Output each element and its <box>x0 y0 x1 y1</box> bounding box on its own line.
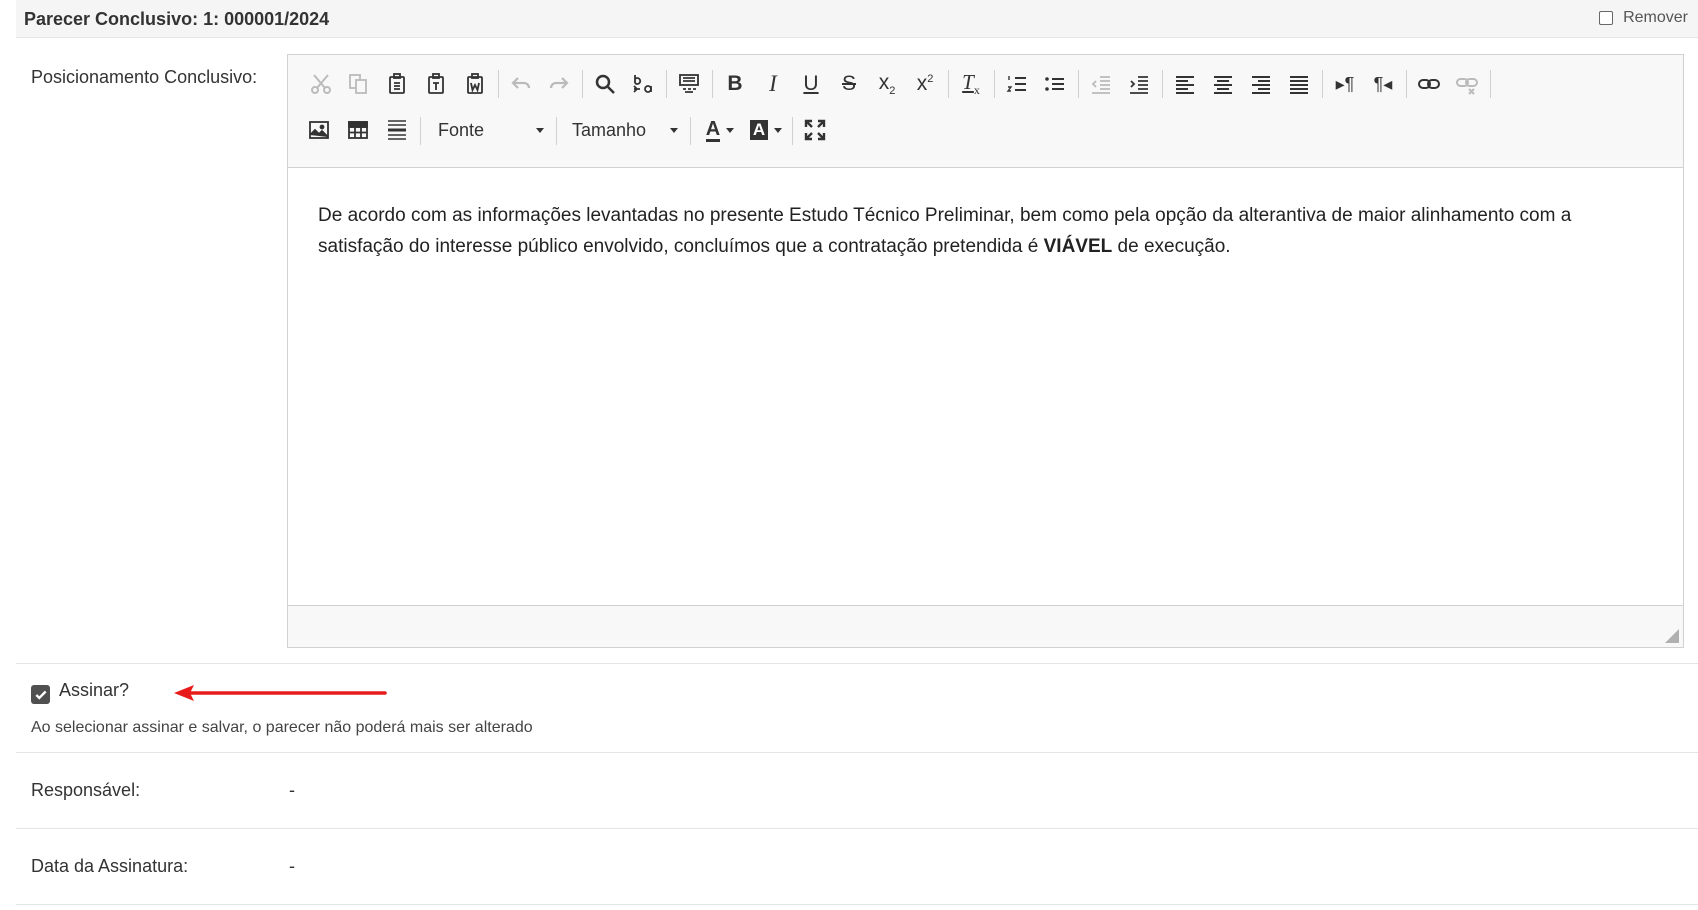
size-combo[interactable]: Tamanho <box>572 115 678 145</box>
toolbar-separator <box>498 70 499 98</box>
link-icon[interactable] <box>1414 69 1444 99</box>
sign-note: Ao selecionar assinar e salvar, o parece… <box>31 719 533 736</box>
remove-toggle[interactable]: Remover <box>1599 9 1688 27</box>
checkmark-icon <box>35 690 46 700</box>
editor-content[interactable]: De acordo com as informações levantadas … <box>318 200 1658 262</box>
rtl-icon[interactable]: ¶◂ <box>1368 69 1398 99</box>
divider <box>16 752 1698 753</box>
chevron-down-icon <box>726 127 735 133</box>
toolbar-separator <box>1406 70 1407 98</box>
resize-handle-icon[interactable] <box>1665 629 1679 643</box>
justify-icon[interactable] <box>1284 69 1314 99</box>
content-bold-text: VIÁVEL <box>1043 236 1113 257</box>
size-combo-label: Tamanho <box>572 119 647 140</box>
underline-button[interactable]: U <box>796 69 826 99</box>
strikethrough-button[interactable]: S <box>834 69 864 99</box>
responsible-value: - <box>289 780 295 800</box>
outdent-icon[interactable] <box>1086 69 1116 99</box>
remove-label: Remover <box>1623 9 1688 26</box>
bullet-list-icon[interactable] <box>1040 69 1070 99</box>
paste-icon[interactable] <box>382 69 412 99</box>
paste-text-icon[interactable] <box>421 69 451 99</box>
font-combo-label: Fonte <box>438 119 485 140</box>
rich-text-editor: B I U S x2 x2 Tx ▸¶ ¶◂ Fonte Tamanho A A… <box>287 54 1684 648</box>
toolbar-separator <box>994 70 995 98</box>
section-title: Parecer Conclusivo: 1: 000001/2024 <box>24 9 330 29</box>
toolbar-separator <box>666 70 667 98</box>
undo-icon[interactable] <box>506 69 536 99</box>
chevron-down-icon <box>536 128 544 133</box>
divider <box>16 828 1698 829</box>
toolbar-separator <box>712 70 713 98</box>
toolbar-separator <box>1078 70 1079 98</box>
sign-label: Assinar? <box>59 680 130 700</box>
section-header: Parecer Conclusivo: 1: 000001/2024 Remov… <box>16 0 1698 38</box>
align-left-icon[interactable] <box>1170 69 1200 99</box>
remove-checkbox[interactable] <box>1599 11 1614 25</box>
replace-icon[interactable] <box>628 69 658 99</box>
maximize-icon[interactable] <box>800 115 830 145</box>
horizontal-line-icon[interactable] <box>382 115 412 145</box>
font-combo[interactable]: Fonte <box>438 115 544 145</box>
ltr-icon[interactable]: ▸¶ <box>1330 69 1360 99</box>
indent-icon[interactable] <box>1124 69 1154 99</box>
chevron-down-icon <box>774 127 783 133</box>
toolbar-separator <box>556 117 557 145</box>
copy-icon[interactable] <box>343 69 373 99</box>
remove-format-icon[interactable]: Tx <box>956 69 986 99</box>
numbered-list-icon[interactable] <box>1002 69 1032 99</box>
signature-date-label: Data da Assinatura: <box>31 856 189 876</box>
paste-word-icon[interactable] <box>460 69 490 99</box>
editor-toolbar: B I U S x2 x2 Tx ▸¶ ¶◂ Fonte Tamanho A A <box>288 55 1683 168</box>
position-label: Posicionamento Conclusivo: <box>31 67 258 87</box>
bold-button[interactable]: B <box>720 69 750 99</box>
superscript-button[interactable]: x2 <box>910 69 940 99</box>
background-color-button[interactable]: A <box>746 115 786 145</box>
redo-icon[interactable] <box>544 69 574 99</box>
unlink-icon[interactable] <box>1452 69 1482 99</box>
toolbar-separator <box>1322 70 1323 98</box>
toolbar-separator <box>690 117 691 145</box>
italic-button[interactable]: I <box>758 69 788 99</box>
responsible-label: Responsável: <box>31 780 141 800</box>
signature-date-value: - <box>289 856 295 876</box>
toolbar-separator <box>1490 70 1491 98</box>
toolbar-separator <box>1162 70 1163 98</box>
content-text-end: de execução. <box>1112 236 1231 257</box>
divider <box>16 663 1698 664</box>
page-break-icon[interactable] <box>674 69 704 99</box>
toolbar-separator <box>792 117 793 145</box>
background-color-icon: A <box>749 120 769 140</box>
text-color-button[interactable]: A <box>700 115 740 145</box>
chevron-down-icon <box>670 128 678 133</box>
subscript-button[interactable]: x2 <box>872 69 902 99</box>
toolbar-separator <box>582 70 583 98</box>
editor-statusbar <box>288 605 1683 647</box>
align-right-icon[interactable] <box>1246 69 1276 99</box>
table-icon[interactable] <box>343 115 373 145</box>
red-arrow-icon <box>174 685 387 701</box>
divider <box>16 904 1698 905</box>
cut-icon[interactable] <box>306 69 336 99</box>
align-center-icon[interactable] <box>1208 69 1238 99</box>
toolbar-separator <box>948 70 949 98</box>
image-icon[interactable] <box>304 115 334 145</box>
toolbar-separator <box>420 117 421 145</box>
find-icon[interactable] <box>590 69 620 99</box>
sign-checkbox[interactable] <box>31 685 50 704</box>
content-text: De acordo com as informações levantadas … <box>318 205 1572 257</box>
